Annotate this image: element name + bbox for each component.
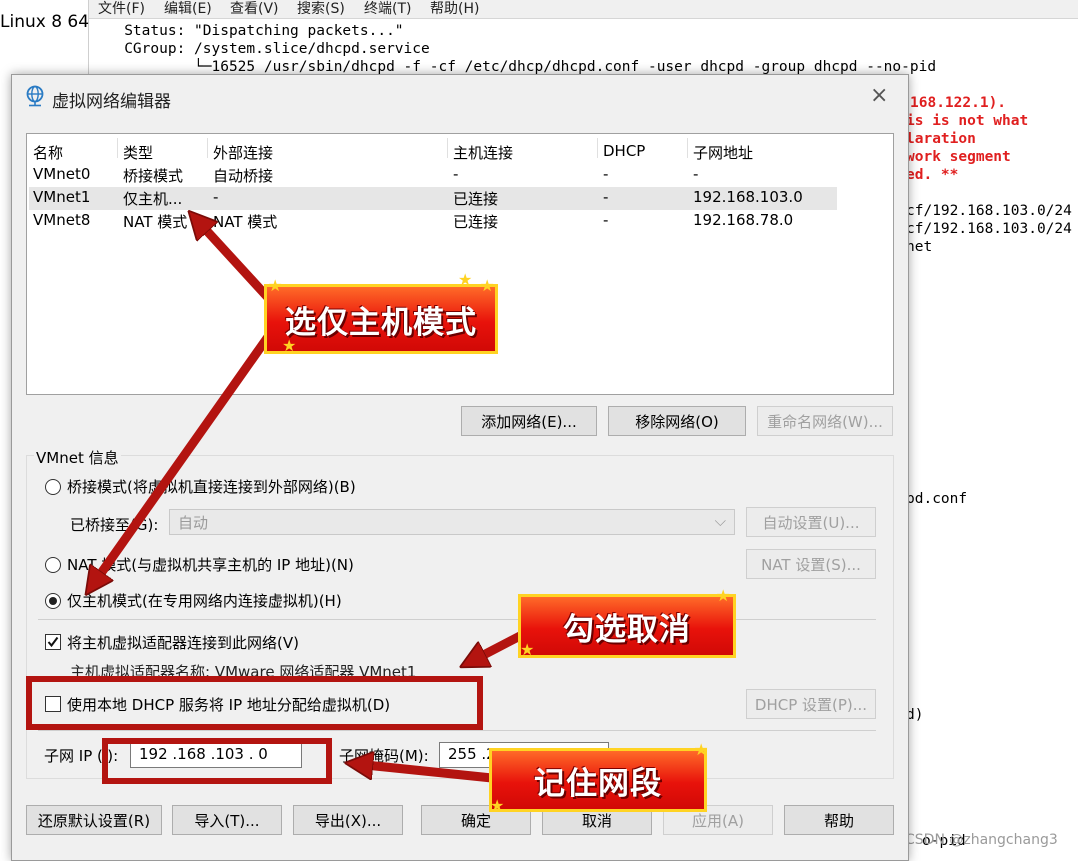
callout-remember: 记住网段 (489, 748, 707, 812)
star-icon: ★ (268, 276, 283, 295)
star-icon: ★ (490, 796, 505, 815)
annotation-arrows (0, 0, 525, 783)
star-icon: ★ (458, 270, 473, 289)
star-icon: ★ (716, 586, 731, 605)
arrow-to-vmnet1 (196, 219, 277, 307)
star-icon: ★ (282, 336, 297, 355)
arrow-to-dhcp (470, 631, 525, 662)
star-icon: ★ (480, 276, 495, 295)
arrow-to-subnet (356, 764, 497, 783)
star-icon: ★ (694, 740, 709, 759)
star-icon: ★ (520, 640, 535, 659)
arrow-to-host-only-radio (92, 329, 275, 586)
callout-uncheck: 勾选取消 (518, 594, 736, 658)
callout-host-only: 选仅主机模式 (264, 284, 498, 354)
